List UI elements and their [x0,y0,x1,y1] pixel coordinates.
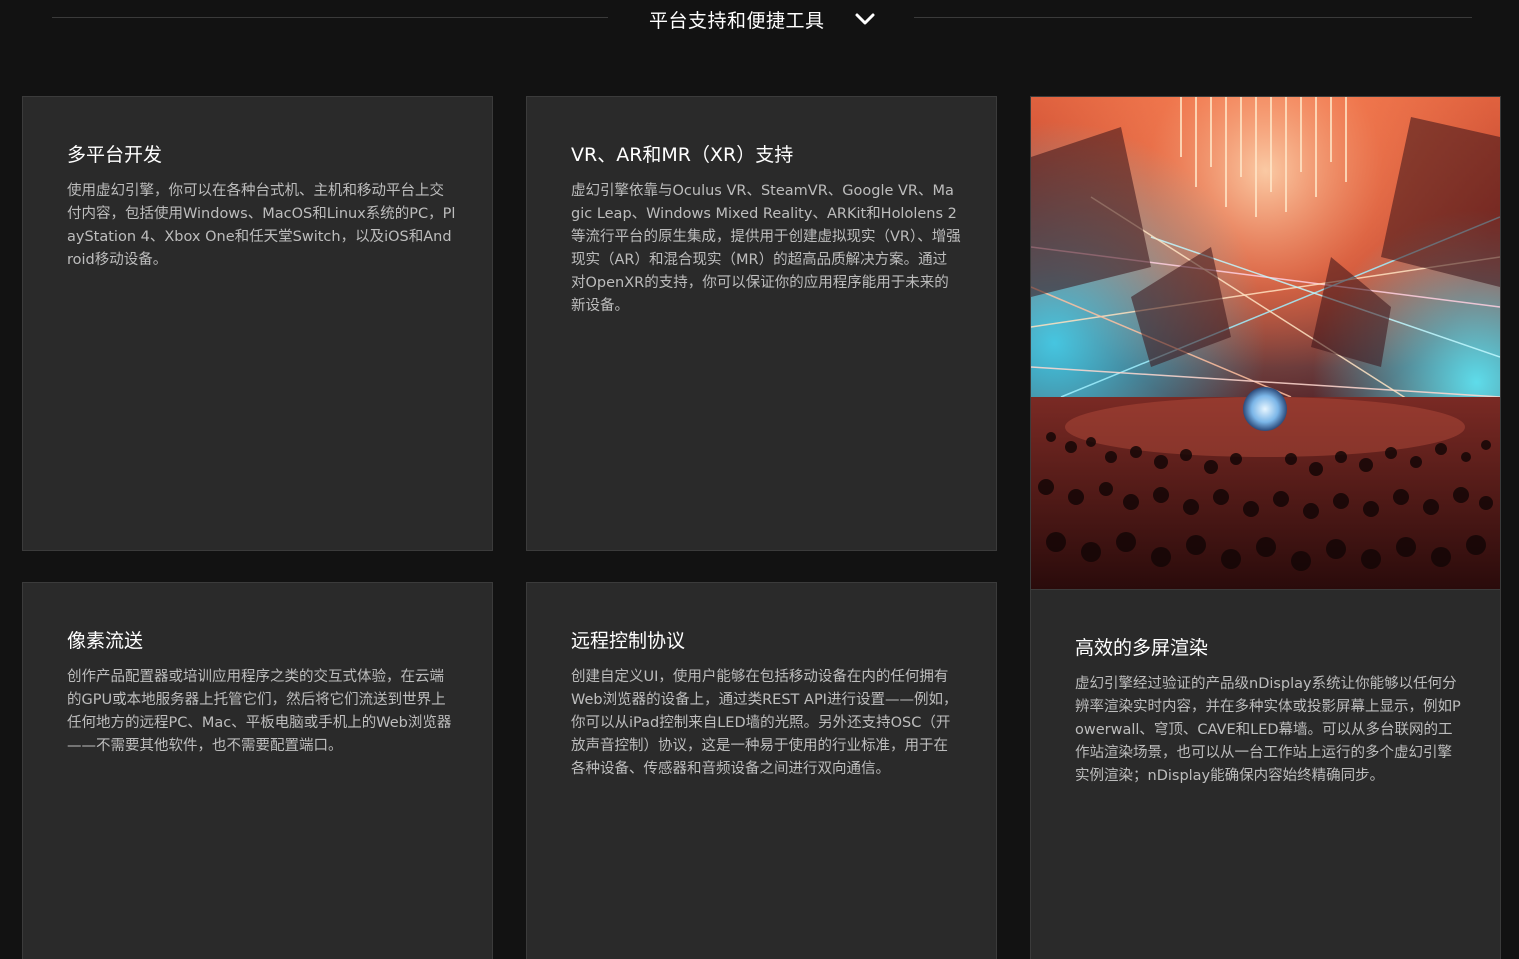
concert-venue-lasers-photo [1031,97,1500,589]
card-title: 像素流送 [67,630,144,652]
card-title: VR、AR和MR（XR）支持 [571,144,794,166]
section-header: 平台支持和便捷工具 [0,0,1519,40]
divider-left [52,17,608,18]
card-remote-control: 远程控制协议 创建自定义UI，使用户能够在包括移动设备在内的任何拥有Web浏览器… [526,582,997,959]
card-body: 创作产品配置器或培训应用程序之类的交互式体验，在云端的GPU或本地服务器上托管它… [67,669,452,754]
card-title: 远程控制协议 [571,630,686,652]
card-multiplatform: 多平台开发 使用虚幻引擎，你可以在各种台式机、主机和移动平台上交付内容，包括使用… [22,96,493,551]
concert-venue-image [1031,97,1500,590]
divider-right [914,17,1472,18]
card-xr-support: VR、AR和MR（XR）支持 虚幻引擎依靠与Oculus VR、SteamVR、… [526,96,997,551]
card-body: 创建自定义UI，使用户能够在包括移动设备在内的任何拥有Web浏览器的设备上，通过… [571,669,958,777]
card-body: 虚幻引擎依靠与Oculus VR、SteamVR、Google VR、Magic… [571,183,961,314]
chevron-down-icon[interactable] [852,8,878,32]
card-pixel-streaming: 像素流送 创作产品配置器或培训应用程序之类的交互式体验，在云端的GPU或本地服务… [22,582,493,959]
card-title: 多平台开发 [67,144,163,166]
section-title: 平台支持和便捷工具 [649,10,825,32]
card-ndisplay: 高效的多屏渲染 虚幻引擎经过验证的产品级nDisplay系统让你能够以任何分辨率… [1030,96,1501,959]
card-title: 高效的多屏渲染 [1075,637,1209,659]
card-body: 虚幻引擎经过验证的产品级nDisplay系统让你能够以任何分辨率渲染实时内容，并… [1075,676,1461,784]
page: 平台支持和便捷工具 多平台开发 使用虚幻引擎，你可以在各种台式机、主机和移动平台… [0,0,1519,959]
card-body: 使用虚幻引擎，你可以在各种台式机、主机和移动平台上交付内容，包括使用Window… [67,183,456,268]
